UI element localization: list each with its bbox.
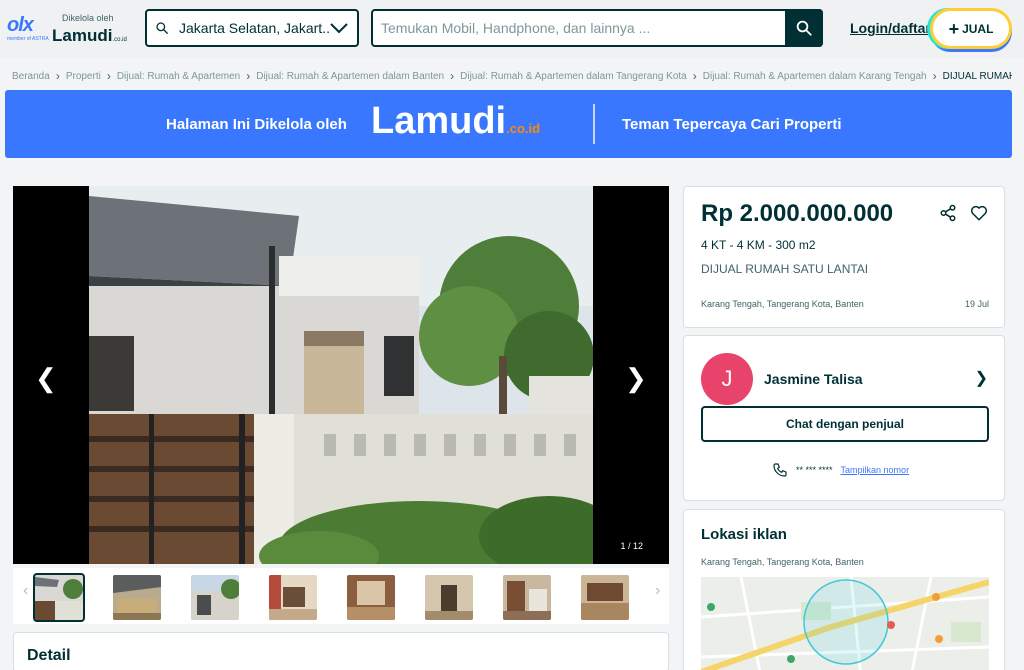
breadcrumb-item[interactable]: Properti [66,71,101,82]
phone-icon [773,463,787,477]
banner-right-text: Teman Tepercaya Cari Properti [622,116,842,133]
breadcrumb: Beranda › Properti › Dijual: Rumah & Apart… [12,69,1012,83]
lamudi-banner-logo: Lamudi.co.id [371,100,540,143]
location-selector[interactable]: Jakarta Selatan, Jakart... [145,9,359,47]
lamudi-banner[interactable]: Halaman Ini Dikelola oleh Lamudi.co.id T… [5,90,1012,158]
sell-button[interactable]: + JUAL [933,11,1009,46]
top-header: olx member of ASTRA Dikelola oleh Lamudi… [0,0,1024,58]
banner-brand: Lamudi [371,100,507,142]
detail-heading: Detail [27,647,71,664]
thumbnail[interactable] [425,575,473,620]
gallery-next-arrow[interactable]: ❯ [625,363,647,394]
thumbs-prev-arrow[interactable]: ‹ [23,582,28,600]
search-bar [371,9,823,47]
plus-icon: + [948,18,960,39]
chevron-right-icon: › [246,69,251,83]
lamudi-wordmark: Lamudi [52,26,113,45]
breadcrumb-item[interactable]: Dijual: Rumah & Apartemen dalam Banten [256,71,444,82]
breadcrumb-item[interactable]: Dijual: Rumah & Apartemen [117,71,240,82]
banner-brand-suffix: .co.id [506,121,541,136]
chevron-right-icon: › [55,69,60,83]
sell-label: JUAL [962,21,994,36]
location-value: Jakarta Selatan, Jakart... [179,20,329,36]
phone-row: ** *** **** Tampilkan nomor [772,462,909,478]
managed-by-label: Dikelola oleh [62,13,114,23]
location-heading: Lokasi iklan [701,526,787,543]
location-card: Lokasi iklan Karang Tengah, Tangerang Ko… [683,509,1005,670]
price-card: Rp 2.000.000.000 4 KT - 4 KM - 300 m2 DI… [683,186,1005,328]
search-icon [796,20,812,36]
chevron-right-icon: › [106,69,111,83]
olx-logo-text: olx [7,14,34,36]
chevron-right-icon: › [450,69,455,83]
breadcrumb-item[interactable]: Dijual: Rumah & Apartemen dalam Tangeran… [460,71,687,82]
thumbnail[interactable] [191,575,239,620]
banner-divider [593,104,595,144]
photo-gallery: ❮ ❯ 1 / 12 [13,186,669,564]
thumbnail-strip: ‹ › [13,568,669,624]
house-photo [89,186,593,564]
main-photo[interactable] [89,186,593,564]
search-icon [156,22,168,34]
lamudi-domain: .co.id [112,37,127,43]
listing-location: Karang Tengah, Tangerang Kota, Banten [701,299,864,309]
thumbnail[interactable] [503,575,551,620]
listing-title: DIJUAL RUMAH SATU LANTAI [701,262,869,276]
photo-counter: 1 / 12 [620,541,643,551]
thumbnail[interactable] [113,575,161,620]
lamudi-small-logo-text: Lamudi.co.id [52,26,127,46]
chevron-right-icon[interactable]: ❯ [975,368,988,388]
chevron-down-icon[interactable] [329,21,349,35]
location-address: Karang Tengah, Tangerang Kota, Banten [701,557,864,567]
thumbnail[interactable] [581,575,629,620]
heart-icon[interactable] [969,203,989,223]
chat-seller-label: Chat dengan penjual [785,417,904,431]
thumbnail[interactable] [33,573,85,622]
thumbs-next-arrow[interactable]: › [655,582,660,600]
thumbnail[interactable] [269,575,317,620]
chevron-right-icon: › [692,69,697,83]
olx-logo-sub: member of ASTRA [7,36,49,42]
olx-logo[interactable]: olx member of ASTRA [7,14,49,42]
seller-card: J Jasmine Talisa ❯ Chat dengan penjual *… [683,335,1005,501]
show-number-link[interactable]: Tampilkan nomor [841,465,910,475]
search-input[interactable] [373,11,785,45]
breadcrumb-current: DIJUAL RUMAH SA... [942,70,1012,82]
detail-section: Detail [13,632,669,670]
thumbnail[interactable] [347,575,395,620]
breadcrumb-item[interactable]: Beranda [12,71,50,82]
phone-number-masked: ** *** **** [796,465,833,475]
listing-price: Rp 2.000.000.000 [701,200,894,227]
search-button[interactable] [785,9,823,47]
listing-specs: 4 KT - 4 KM - 300 m2 [701,238,816,252]
avatar[interactable]: J [701,353,753,405]
chat-seller-button[interactable]: Chat dengan penjual [701,406,989,442]
share-icon[interactable] [938,203,958,223]
banner-left-text: Halaman Ini Dikelola oleh [166,116,347,133]
breadcrumb-item[interactable]: Dijual: Rumah & Apartemen dalam Karang T… [703,71,927,82]
gallery-prev-arrow[interactable]: ❮ [35,363,57,394]
location-map[interactable] [701,577,989,670]
listing-date: 19 Jul [964,299,989,309]
login-link[interactable]: Login/daftar [850,20,931,36]
seller-name[interactable]: Jasmine Talisa [764,371,863,387]
chevron-right-icon: › [932,69,937,83]
